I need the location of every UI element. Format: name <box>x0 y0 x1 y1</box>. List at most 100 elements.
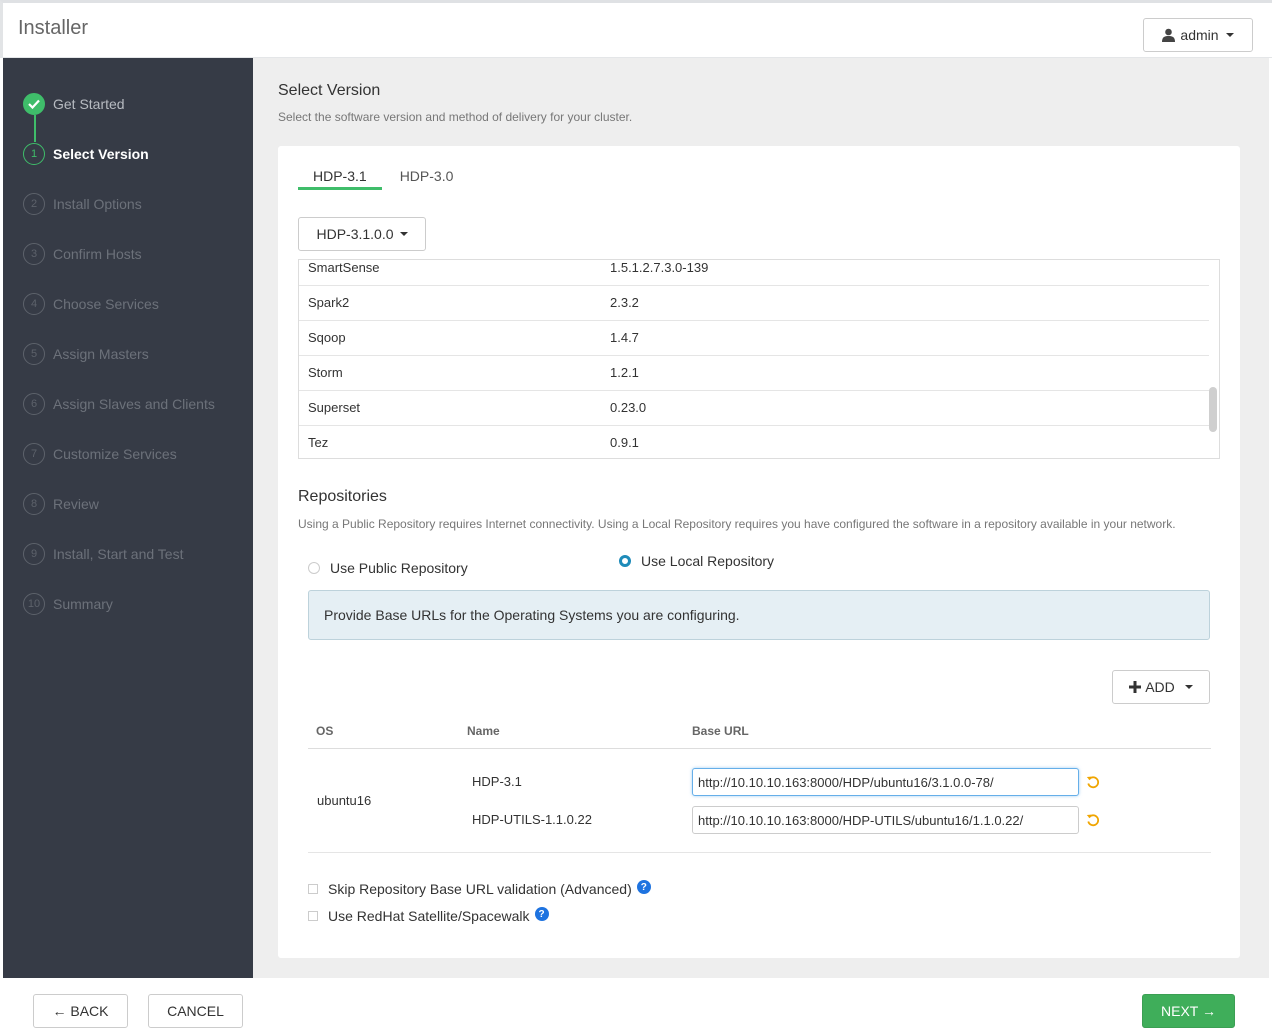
sidebar-step-install-start-test: 9 Install, Start and Test <box>23 542 183 566</box>
sidebar-step-customize-services: 7 Customize Services <box>23 442 177 466</box>
page-title: Select Version <box>278 82 381 99</box>
sidebar-step-get-started[interactable]: Get Started <box>23 92 125 116</box>
wizard-footer: ← BACK CANCEL NEXT → <box>3 978 1272 1035</box>
base-url-input-hdp[interactable] <box>692 768 1079 796</box>
step-label: Summary <box>53 596 113 612</box>
satellite-checkbox[interactable] <box>308 911 318 921</box>
step-label: Review <box>53 496 99 512</box>
os-name: ubuntu16 <box>317 793 372 808</box>
table-row: Storm 1.2.1 <box>299 356 1209 391</box>
satellite-option: Use RedHat Satellite/Spacewalk ? <box>308 907 549 924</box>
sidebar-step-review: 8 Review <box>23 492 99 516</box>
sidebar-step-confirm-hosts: 3 Confirm Hosts <box>23 242 142 266</box>
tab-hdp-3-0[interactable]: HDP-3.0 <box>385 166 469 190</box>
service-name: Storm <box>308 365 343 380</box>
step-number: 3 <box>23 243 45 265</box>
sidebar-step-summary: 10 Summary <box>23 592 113 616</box>
step-number: 2 <box>23 193 45 215</box>
chevron-down-icon <box>1225 33 1234 37</box>
sidebar-step-install-options: 2 Install Options <box>23 192 142 216</box>
service-name: Spark2 <box>308 295 350 310</box>
sidebar-step-assign-masters: 5 Assign Masters <box>23 342 149 366</box>
service-name: Superset <box>308 400 361 415</box>
service-name: Sqoop <box>308 330 346 345</box>
step-label: Confirm Hosts <box>53 246 142 262</box>
table-row: Superset 0.23.0 <box>299 391 1209 426</box>
stack-services-table[interactable]: SmartSense 1.5.1.2.7.3.0-139 Spark2 2.3.… <box>298 259 1220 459</box>
step-label: Install, Start and Test <box>53 546 184 562</box>
step-label: Customize Services <box>53 446 177 462</box>
back-button[interactable]: ← BACK <box>33 994 128 1028</box>
question-circle-icon[interactable]: ? <box>534 907 549 921</box>
page-subtitle: Select the software version and method o… <box>278 110 633 124</box>
step-label: Assign Slaves and Clients <box>53 396 215 412</box>
next-button[interactable]: NEXT → <box>1142 994 1235 1028</box>
step-number: 4 <box>23 293 45 315</box>
radio-checked-icon <box>619 555 631 567</box>
table-header-divider <box>308 748 1211 749</box>
base-url-input-hdp-utils[interactable] <box>692 806 1079 834</box>
scrollbar-thumb[interactable] <box>1209 387 1217 432</box>
app-title: Installer <box>18 17 89 39</box>
step-connector <box>34 115 36 142</box>
skip-validation-checkbox[interactable] <box>308 884 318 894</box>
user-menu-button[interactable]: admin <box>1143 18 1253 52</box>
use-local-repo-radio[interactable]: Use Local Repository <box>619 553 774 569</box>
column-header-base-url: Base URL <box>692 724 749 738</box>
service-version: 2.3.2 <box>610 295 639 310</box>
repo-name: HDP-3.1 <box>472 774 522 789</box>
table-row: Spark2 2.3.2 <box>299 286 1209 321</box>
cancel-button[interactable]: CANCEL <box>148 994 243 1028</box>
info-alert: Provide Base URLs for the Operating Syst… <box>308 590 1210 640</box>
chevron-down-icon <box>1184 685 1193 689</box>
service-version: 0.9.1 <box>610 435 639 450</box>
version-dropdown-label: HDP-3.1.0.0 <box>316 226 394 242</box>
step-label: Choose Services <box>53 296 159 312</box>
wizard-sidebar: Get Started 1 Select Version 2 Install O… <box>3 58 253 978</box>
service-version: 1.5.1.2.7.3.0-139 <box>610 260 709 275</box>
version-dropdown[interactable]: HDP-3.1.0.0 <box>298 217 426 251</box>
step-label: Select Version <box>53 146 149 162</box>
add-label: ADD <box>1145 679 1175 695</box>
service-version: 1.2.1 <box>610 365 639 380</box>
step-label: Get Started <box>53 96 125 112</box>
column-header-os: OS <box>316 724 334 738</box>
repositories-description: Using a Public Repository requires Inter… <box>298 517 1176 531</box>
undo-icon[interactable] <box>1086 775 1100 789</box>
question-circle-icon[interactable]: ? <box>636 880 651 894</box>
radio-label: Use Local Repository <box>641 553 775 569</box>
step-label: Install Options <box>53 196 142 212</box>
skip-validation-option: Skip Repository Base URL validation (Adv… <box>308 880 651 897</box>
tab-hdp-3-1[interactable]: HDP-3.1 <box>298 166 382 190</box>
sidebar-step-select-version[interactable]: 1 Select Version <box>23 142 149 166</box>
service-version: 0.23.0 <box>610 400 647 415</box>
step-label: Assign Masters <box>53 346 149 362</box>
stack-tabs: HDP-3.1 HDP-3.0 <box>298 166 471 190</box>
table-row: Tez 0.9.1 <box>299 426 1209 458</box>
version-panel: HDP-3.1 HDP-3.0 HDP-3.1.0.0 SmartSense 1… <box>278 146 1240 958</box>
step-number: 10 <box>23 593 45 615</box>
table-row: Sqoop 1.4.7 <box>299 321 1209 356</box>
add-os-button[interactable]: ADD <box>1112 670 1210 704</box>
step-number: 6 <box>23 393 45 415</box>
sidebar-step-assign-slaves: 6 Assign Slaves and Clients <box>23 392 215 416</box>
step-number: 5 <box>23 343 45 365</box>
table-row: SmartSense 1.5.1.2.7.3.0-139 <box>299 260 1209 286</box>
radio-label: Use Public Repository <box>330 560 468 576</box>
satellite-label: Use RedHat Satellite/Spacewalk <box>328 908 530 924</box>
column-header-name: Name <box>467 724 500 738</box>
step-number: 1 <box>23 143 45 165</box>
plus-icon <box>1129 681 1142 693</box>
undo-icon[interactable] <box>1086 813 1100 827</box>
service-name: SmartSense <box>308 260 380 275</box>
radio-circle-icon <box>308 562 320 574</box>
service-version: 1.4.7 <box>610 330 639 345</box>
table-bottom-divider <box>308 852 1211 853</box>
step-number: 7 <box>23 443 45 465</box>
user-name: admin <box>1180 27 1219 43</box>
user-icon <box>1162 28 1176 42</box>
service-name: Tez <box>308 435 329 450</box>
repositories-title: Repositories <box>298 488 387 505</box>
use-public-repo-radio[interactable]: Use Public Repository <box>308 560 468 576</box>
top-header: Installer admin <box>0 0 1272 58</box>
